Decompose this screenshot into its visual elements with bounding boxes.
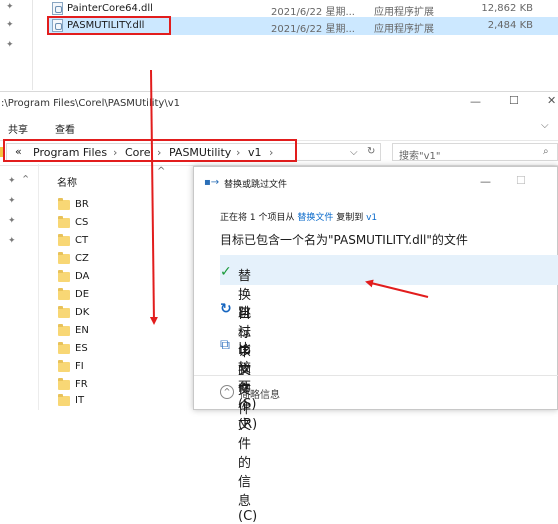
file-name: PainterCore64.dll [67,3,153,14]
window-title: :\Program Files\Corel\PASMUtility\v1 [1,98,180,109]
folder-name: IT [75,395,85,406]
file-type: 应用程序扩展 [374,7,434,18]
highlight-box-file [47,16,171,35]
compare-icon: ⧉ [220,337,230,353]
collapse-arrow-icon[interactable]: ⌃ [21,173,30,186]
sort-arrow-icon[interactable]: ^ [157,166,165,177]
option-replace-highlight [220,255,558,285]
search-icon[interactable]: ⌕ [543,146,549,157]
ribbon-tabs: 共享 查看 ⌵ [0,114,558,138]
replace-or-skip-dialog: ▪→ 替换或跳过文件 — ☐ 正在将 1 个项目从 替换文件 复制到 v1 目标… [193,166,558,524]
pin-icon[interactable]: ✦ [8,176,16,186]
skip-arrow-icon: ↻ [220,301,232,317]
collapse-up-icon: ^ [220,385,234,399]
dropdown-chevron-icon[interactable]: ⌵ [350,147,358,158]
check-icon: ✓ [220,264,232,280]
copy-transfer-icon: ▪→ [204,177,220,188]
pin-icon[interactable]: ✦ [6,40,14,50]
folder-name: DE [75,289,90,300]
dialog-minimize-icon[interactable]: — [480,175,491,188]
folder-name: DK [75,307,90,318]
details-label: 简略信息 [240,390,280,401]
dll-file-icon [52,2,63,15]
tab-share[interactable]: 共享 [8,121,28,136]
folder-icon [58,288,70,300]
folder-name: DA [75,271,90,282]
dialog-maximize-icon: ☐ [516,174,526,187]
column-header-name[interactable]: 名称 [57,174,77,189]
file-date: 2021/6/22 星期... [271,24,355,35]
maximize-icon[interactable]: ☐ [509,94,519,107]
folder-icon [58,306,70,318]
nav-pane-top: ✦ ✦ ✦ [0,0,33,90]
minimize-icon[interactable]: — [470,95,481,108]
folder-icon [58,252,70,264]
refresh-icon[interactable]: ↻ [367,146,375,157]
title-bar[interactable]: :\Program Files\Corel\PASMUtility\v1 — ☐… [0,91,558,115]
file-type: 应用程序扩展 [374,24,434,35]
copy-status-line: 正在将 1 个项目从 替换文件 复制到 v1 [220,210,377,223]
folder-name: CS [75,217,89,228]
dialog-heading: 目标已包含一个名为"PASMUTILITY.dll"的文件 [220,233,468,247]
pin-icon[interactable]: ✦ [6,2,14,12]
folder-name: EN [75,325,89,336]
folder-icon [58,394,70,406]
destination-link[interactable]: v1 [366,213,377,223]
folder-name: CT [75,235,89,246]
pin-icon[interactable]: ✦ [8,236,16,246]
file-date: 2021/6/22 星期... [271,7,355,18]
folder-icon [58,324,70,336]
file-size: 12,862 KB [481,3,533,14]
folder-icon [58,198,70,210]
search-input[interactable]: 搜索"v1" ⌕ [392,143,558,162]
folder-icon [58,216,70,228]
folder-icon [58,360,70,372]
highlight-box-address [3,139,297,162]
pin-icon[interactable]: ✦ [8,216,16,226]
folder-name: FR [75,379,88,390]
folder-name: CZ [75,253,89,264]
option-label: 比较两个文件的信息(C) [238,342,258,524]
file-list: 名称 ^ BR CS CT CZ DA DE DK EN ES FI FR IT [38,164,188,410]
status-text: 正在将 1 个项目从 [220,213,298,223]
folder-name: FI [75,361,84,372]
dialog-title: 替换或跳过文件 [224,180,288,190]
search-placeholder: 搜索"v1" [399,151,441,162]
tab-view[interactable]: 查看 [55,121,75,136]
folder-icon [58,342,70,354]
status-text: 复制到 [333,213,367,223]
close-icon[interactable]: ✕ [547,94,556,107]
source-link[interactable]: 替换文件 [297,213,333,223]
folder-icon [58,234,70,246]
file-size: 2,484 KB [487,20,533,31]
top-explorer-window: ✦ ✦ ✦ PainterCore64.dll 2021/6/22 星期... … [0,0,558,90]
folder-icon [58,270,70,282]
divider [194,375,558,376]
chevron-down-icon[interactable]: ⌵ [541,120,549,131]
navigation-pane: ✦ ⌃ ✦ ✦ ✦ [0,164,39,410]
pin-icon[interactable]: ✦ [6,20,14,30]
folder-name: BR [75,199,89,210]
folder-name: ES [75,343,88,354]
pin-icon[interactable]: ✦ [8,196,16,206]
folder-icon [58,378,70,390]
